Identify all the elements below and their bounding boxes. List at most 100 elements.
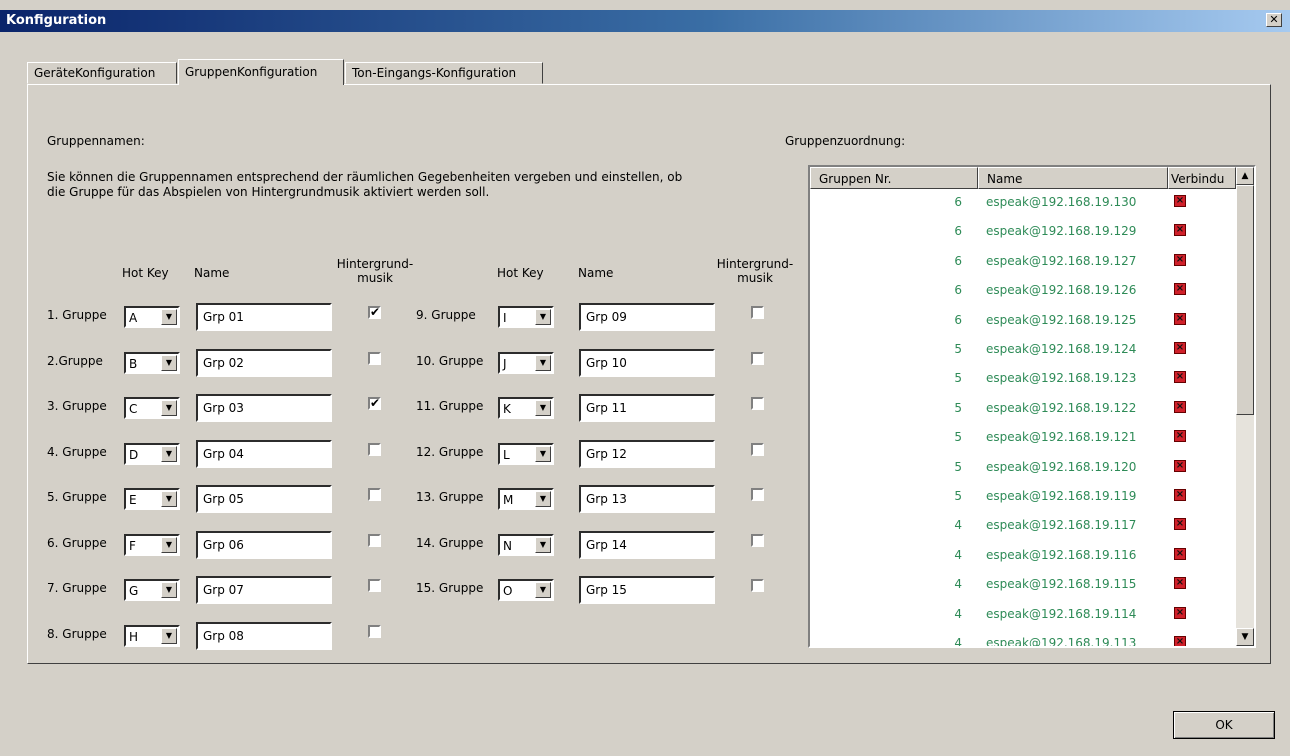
hotkey-dropdown[interactable]: D ▼ — [124, 443, 180, 465]
group-name-field[interactable]: Grp 05 — [196, 485, 332, 513]
group-label: 8. Gruppe — [47, 627, 107, 641]
group-name-field[interactable]: Grp 02 — [196, 349, 332, 377]
group-name-field[interactable]: Grp 08 — [196, 622, 332, 650]
hotkey-value: D — [129, 448, 139, 462]
chevron-down-icon[interactable]: ▼ — [161, 582, 177, 598]
chevron-down-icon[interactable]: ▼ — [161, 491, 177, 507]
hotkey-dropdown[interactable]: A ▼ — [124, 306, 180, 328]
scroll-down-icon[interactable]: ▼ — [1236, 628, 1254, 646]
device-name: espeak@192.168.19.122 — [986, 400, 1137, 415]
chevron-down-icon[interactable]: ▼ — [535, 309, 551, 325]
background-music-checkbox[interactable] — [368, 352, 381, 365]
background-music-checkbox[interactable]: ✔ — [368, 397, 381, 410]
group-name-field[interactable]: Grp 13 — [579, 485, 715, 513]
chevron-down-icon[interactable]: ▼ — [535, 491, 551, 507]
group-name-field[interactable]: Grp 09 — [579, 303, 715, 331]
list-item[interactable]: 4 espeak@192.168.19.113 × — [810, 630, 1236, 646]
group-name-field[interactable]: Grp 12 — [579, 440, 715, 468]
background-music-checkbox[interactable] — [751, 579, 764, 592]
hotkey-dropdown[interactable]: C ▼ — [124, 397, 180, 419]
hotkey-dropdown[interactable]: O ▼ — [498, 579, 554, 601]
background-music-checkbox[interactable] — [751, 534, 764, 547]
background-music-checkbox[interactable] — [751, 306, 764, 319]
chevron-down-icon[interactable]: ▼ — [161, 355, 177, 371]
tab-label: Ton-Eingangs-Konfiguration — [352, 66, 517, 80]
disconnected-icon: × — [1174, 400, 1186, 413]
disconnected-icon: × — [1174, 547, 1186, 560]
list-item[interactable]: 6 espeak@192.168.19.127 × — [810, 248, 1236, 277]
ok-button[interactable]: OK — [1173, 711, 1275, 739]
list-item[interactable]: 4 espeak@192.168.19.115 × — [810, 571, 1236, 600]
background-music-checkbox[interactable] — [368, 625, 381, 638]
list-item[interactable]: 4 espeak@192.168.19.117 × — [810, 512, 1236, 541]
scroll-up-icon[interactable]: ▲ — [1236, 167, 1254, 185]
chevron-down-icon[interactable]: ▼ — [535, 537, 551, 553]
background-music-checkbox[interactable] — [368, 488, 381, 501]
chevron-down-icon[interactable]: ▼ — [535, 582, 551, 598]
background-music-checkbox[interactable]: ✔ — [368, 306, 381, 319]
background-music-checkbox[interactable] — [368, 534, 381, 547]
list-header: Gruppen Nr. Name Verbindu — [810, 167, 1236, 189]
hotkey-dropdown[interactable]: I ▼ — [498, 306, 554, 328]
background-music-checkbox[interactable] — [368, 579, 381, 592]
column-header-connection[interactable]: Verbindu — [1168, 167, 1236, 189]
chevron-down-icon[interactable]: ▼ — [161, 309, 177, 325]
hotkey-dropdown[interactable]: G ▼ — [124, 579, 180, 601]
group-name-field[interactable]: Grp 01 — [196, 303, 332, 331]
list-item[interactable]: 5 espeak@192.168.19.119 × — [810, 483, 1236, 512]
list-item[interactable]: 6 espeak@192.168.19.125 × — [810, 307, 1236, 336]
background-music-checkbox[interactable] — [751, 352, 764, 365]
tab-geraete-konfiguration[interactable]: GeräteKonfiguration — [27, 62, 177, 84]
hotkey-dropdown[interactable]: L ▼ — [498, 443, 554, 465]
scrollbar-thumb[interactable] — [1236, 185, 1254, 415]
list-item[interactable]: 5 espeak@192.168.19.122 × — [810, 395, 1236, 424]
background-music-checkbox[interactable] — [751, 397, 764, 410]
chevron-down-icon[interactable]: ▼ — [161, 400, 177, 416]
group-name-field[interactable]: Grp 14 — [579, 531, 715, 559]
vertical-scrollbar[interactable]: ▲ ▼ — [1236, 167, 1254, 646]
group-name-field[interactable]: Grp 06 — [196, 531, 332, 559]
background-music-checkbox[interactable] — [751, 443, 764, 456]
background-music-checkbox[interactable] — [368, 443, 381, 456]
tab-ton-eingangs-konfiguration[interactable]: Ton-Eingangs-Konfiguration — [345, 62, 543, 84]
list-item[interactable]: 5 espeak@192.168.19.123 × — [810, 365, 1236, 394]
list-item[interactable]: 4 espeak@192.168.19.116 × — [810, 542, 1236, 571]
list-item[interactable]: 6 espeak@192.168.19.129 × — [810, 218, 1236, 247]
hotkey-dropdown[interactable]: E ▼ — [124, 488, 180, 510]
group-name-field[interactable]: Grp 11 — [579, 394, 715, 422]
list-item[interactable]: 5 espeak@192.168.19.121 × — [810, 424, 1236, 453]
background-music-header-line1: Hintergrund- — [336, 257, 414, 271]
group-name-field[interactable]: Grp 15 — [579, 576, 715, 604]
group-name-field[interactable]: Grp 10 — [579, 349, 715, 377]
hotkey-value: L — [503, 448, 510, 462]
tab-gruppen-konfiguration[interactable]: GruppenKonfiguration — [178, 59, 344, 85]
chevron-down-icon[interactable]: ▼ — [161, 537, 177, 553]
chevron-down-icon[interactable]: ▼ — [535, 446, 551, 462]
hotkey-dropdown[interactable]: J ▼ — [498, 352, 554, 374]
group-name-field[interactable]: Grp 03 — [196, 394, 332, 422]
close-icon[interactable]: ✕ — [1266, 13, 1282, 27]
list-item[interactable]: 6 espeak@192.168.19.126 × — [810, 277, 1236, 306]
column-header-name[interactable]: Name — [978, 167, 1168, 189]
hotkey-dropdown[interactable]: F ▼ — [124, 534, 180, 556]
list-item[interactable]: 5 espeak@192.168.19.120 × — [810, 454, 1236, 483]
hotkey-dropdown[interactable]: N ▼ — [498, 534, 554, 556]
group-assignment-list[interactable]: Gruppen Nr. Name Verbindu 6 espeak@192.16… — [808, 165, 1256, 648]
hotkey-dropdown[interactable]: M ▼ — [498, 488, 554, 510]
background-music-checkbox[interactable] — [751, 488, 764, 501]
hotkey-dropdown[interactable]: K ▼ — [498, 397, 554, 419]
title-bar: Konfiguration ✕ — [0, 10, 1290, 32]
chevron-down-icon[interactable]: ▼ — [535, 355, 551, 371]
group-name-field[interactable]: Grp 07 — [196, 576, 332, 604]
hotkey-dropdown[interactable]: B ▼ — [124, 352, 180, 374]
list-item[interactable]: 5 espeak@192.168.19.124 × — [810, 336, 1236, 365]
group-name-field[interactable]: Grp 04 — [196, 440, 332, 468]
chevron-down-icon[interactable]: ▼ — [161, 446, 177, 462]
name-header: Name — [578, 266, 614, 280]
list-item[interactable]: 6 espeak@192.168.19.130 × — [810, 189, 1236, 218]
column-header-group-nr[interactable]: Gruppen Nr. — [810, 167, 978, 189]
chevron-down-icon[interactable]: ▼ — [161, 628, 177, 644]
chevron-down-icon[interactable]: ▼ — [535, 400, 551, 416]
list-item[interactable]: 4 espeak@192.168.19.114 × — [810, 601, 1236, 630]
hotkey-dropdown[interactable]: H ▼ — [124, 625, 180, 647]
